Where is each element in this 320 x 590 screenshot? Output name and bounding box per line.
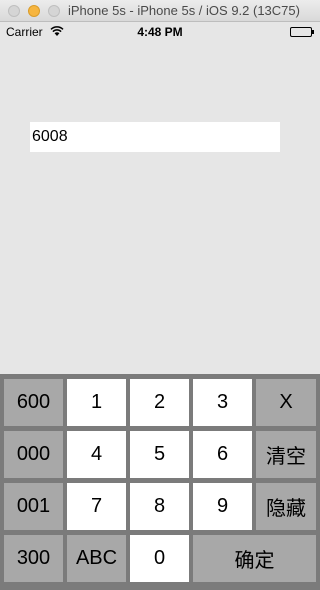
window-close-button[interactable] (8, 5, 20, 17)
key-8[interactable]: 8 (130, 483, 189, 530)
key-clear[interactable]: 清空 (256, 431, 316, 478)
window-minimize-button[interactable] (28, 5, 40, 17)
key-9[interactable]: 9 (193, 483, 252, 530)
custom-keypad: 600 1 2 3 X 000 4 5 6 清空 001 7 8 9 隐藏 30… (0, 374, 320, 590)
key-6[interactable]: 6 (193, 431, 252, 478)
key-hide[interactable]: 隐藏 (256, 483, 316, 530)
key-3[interactable]: 3 (193, 379, 252, 426)
key-5[interactable]: 5 (130, 431, 189, 478)
key-001[interactable]: 001 (4, 483, 63, 530)
window-title: iPhone 5s - iPhone 5s / iOS 9.2 (13C75) (68, 3, 300, 18)
key-abc[interactable]: ABC (67, 535, 126, 582)
key-300[interactable]: 300 (4, 535, 63, 582)
key-000[interactable]: 000 (4, 431, 63, 478)
key-delete[interactable]: X (256, 379, 316, 426)
key-4[interactable]: 4 (67, 431, 126, 478)
window-title-bar: iPhone 5s - iPhone 5s / iOS 9.2 (13C75) (0, 0, 320, 22)
window-zoom-button[interactable] (48, 5, 60, 17)
battery-icon (290, 27, 314, 37)
key-2[interactable]: 2 (130, 379, 189, 426)
key-0[interactable]: 0 (130, 535, 189, 582)
status-time: 4:48 PM (137, 25, 183, 39)
amount-input[interactable]: 6008 (30, 122, 280, 152)
key-600[interactable]: 600 (4, 379, 63, 426)
key-confirm[interactable]: 确定 (193, 535, 316, 582)
status-bar: Carrier 4:48 PM (0, 22, 320, 42)
key-7[interactable]: 7 (67, 483, 126, 530)
key-1[interactable]: 1 (67, 379, 126, 426)
